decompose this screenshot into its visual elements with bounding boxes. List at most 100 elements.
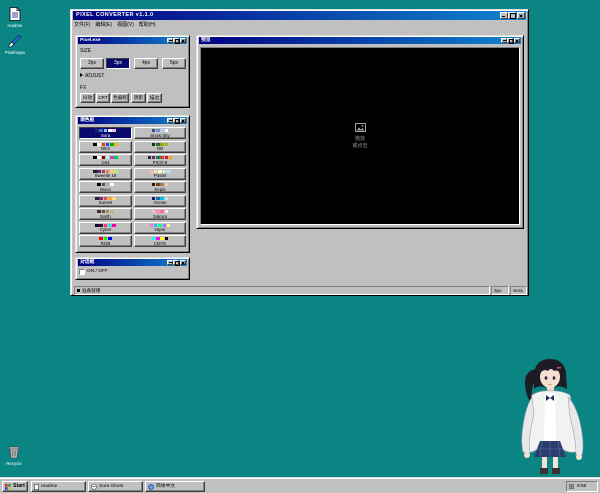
taskbar: Start readme Sora Ghost 简体中文 9:58 <box>0 478 600 493</box>
palette-option-pico-8[interactable]: PICO-8 <box>134 154 186 166</box>
on-off-checkbox[interactable] <box>79 269 85 275</box>
palette-option-cyber[interactable]: Cyber <box>79 221 132 234</box>
palette-option-sepia[interactable]: Sepia <box>134 181 186 193</box>
palette-option-label: Pastel <box>153 173 167 178</box>
text-file-icon <box>34 483 39 490</box>
fx-shadow-button[interactable]: 阴影 <box>131 93 146 103</box>
palette-option-label: Sunset <box>98 200 113 205</box>
maximize-button[interactable] <box>508 12 516 19</box>
palette-option-gb[interactable]: GB <box>134 140 186 153</box>
palette-option-nes[interactable]: NES <box>79 140 132 153</box>
fx-dither-button[interactable]: 抖动 <box>80 93 95 103</box>
desktop-icon-label: Pixelmaps <box>4 50 26 55</box>
size-4px-button[interactable]: 4px <box>134 58 158 69</box>
close-button[interactable] <box>180 260 186 265</box>
palette-option-sora[interactable]: Sora <box>79 127 132 139</box>
task-sora-ghost[interactable]: Sora Ghost <box>88 481 143 492</box>
palette-option-label: Sakura <box>153 213 167 219</box>
adjust-toggle[interactable]: ADJUST <box>80 73 104 79</box>
desktop-icon-recycle-bin[interactable]: Recycle <box>1 445 27 466</box>
palette-option-ocean[interactable]: Ocean <box>134 194 186 207</box>
panel-controls <box>501 38 520 44</box>
placeholder-line-1: 拖放 <box>354 135 365 142</box>
task-label: Sora Ghost <box>99 484 124 489</box>
maximize-button[interactable] <box>173 260 180 266</box>
palette-option-label: Mono <box>100 186 111 192</box>
status-message-text: 准备就绪 <box>82 288 101 293</box>
palette-option-cmyk[interactable]: CMYK <box>134 235 186 247</box>
palette-option-label: RGB <box>100 240 111 246</box>
palette-option-label: Vapor <box>154 227 166 232</box>
palette-option-label: C64 <box>101 159 110 165</box>
size-2px-button[interactable]: 2px <box>80 58 104 69</box>
status-icon <box>77 289 80 292</box>
size-3px-button[interactable]: 3px <box>106 58 130 69</box>
start-button[interactable]: Start <box>2 481 28 492</box>
palette-option-label: Sepia <box>154 186 166 192</box>
preview-canvas[interactable]: 拖放 或点击 <box>200 47 520 225</box>
maximize-button[interactable] <box>507 38 514 44</box>
clock[interactable]: 9:58 <box>577 482 586 491</box>
palette-option-sunset[interactable]: Sunset <box>79 194 132 207</box>
palette-option-c64[interactable]: C64 <box>79 154 132 166</box>
desktop-icon-pixelmaps[interactable]: Pixelmaps <box>2 34 28 55</box>
palette-option-label: NES <box>100 146 111 151</box>
palette-option-label: Sweetie 16 <box>94 173 117 178</box>
palette-option-vapor[interactable]: Vapor <box>134 221 186 234</box>
palette-option-sweetie-16[interactable]: Sweetie 16 <box>79 167 132 180</box>
on-off-label: ON / OFF <box>87 269 108 274</box>
panel-title-bar[interactable]: 对话框 <box>78 259 187 266</box>
dialog-panel: 对话框 ON / OFF <box>75 257 190 280</box>
fx-outline-button[interactable]: 描边 <box>147 93 162 103</box>
minimize-button[interactable] <box>500 12 508 19</box>
globe-icon <box>148 483 154 490</box>
fx-crt-button[interactable]: CRT <box>96 93 110 103</box>
pixel-converter-window: PIXEL CONVERTER v1.1.0 文件(F) 编辑(E) 视图(V)… <box>70 9 529 296</box>
window-title: PIXEL CONVERTER v1.1.0 <box>76 12 154 18</box>
system-tray: 9:58 <box>566 481 598 492</box>
menu-view[interactable]: 视图(V) <box>117 21 134 29</box>
windows-logo-icon <box>5 483 11 490</box>
menu-help[interactable]: 帮助(H) <box>139 21 156 29</box>
palette-option-earth[interactable]: Earth <box>79 208 132 220</box>
menu-bar: 文件(F) 编辑(E) 视图(V) 帮助(H) <box>74 21 161 29</box>
window-title-bar[interactable]: PIXEL CONVERTER v1.1.0 <box>73 11 526 20</box>
placeholder-line-2: 或点击 <box>352 142 368 149</box>
palette-option-sakura[interactable]: Sakura <box>134 208 186 220</box>
palette-option-pastel[interactable]: Pastel <box>134 167 186 180</box>
menu-edit[interactable]: 编辑(E) <box>95 21 112 29</box>
pixel-settings-panel: Pixel.exe SIZE 2px 3px 4px 5px ADJUST FX… <box>75 35 190 108</box>
panel-title-bar[interactable]: 预览 <box>199 37 521 44</box>
desktop-icon-readme[interactable]: readme <box>2 7 28 28</box>
palette-option-label: GB <box>156 146 164 151</box>
task-readme[interactable]: readme <box>31 481 86 492</box>
speaker-icon[interactable] <box>569 484 574 489</box>
palette-option-mono[interactable]: Mono <box>79 181 132 193</box>
menu-file[interactable]: 文件(F) <box>74 21 90 29</box>
task-language[interactable]: 简体中文 <box>145 481 205 492</box>
size-label: SIZE <box>80 48 92 54</box>
recycle-bin-icon <box>8 446 20 459</box>
size-5px-button[interactable]: 5px <box>162 58 186 69</box>
panel-title: Pixel.exe <box>80 38 101 43</box>
brush-icon <box>8 34 22 48</box>
close-button[interactable] <box>180 38 186 43</box>
close-button[interactable] <box>514 38 520 43</box>
desktop-icon-label: Recycle <box>6 461 22 466</box>
maximize-button[interactable] <box>173 38 180 44</box>
panel-title-bar[interactable]: Pixel.exe <box>78 37 187 44</box>
palette-option-snow-sky[interactable]: Snow Sky <box>134 127 186 139</box>
palette-grid: Sora Snow Sky NES GB C64 PICO-8 Sweetie 16 Past… <box>76 116 189 252</box>
palette-option-label: Snow Sky <box>150 132 170 138</box>
task-label: readme <box>41 484 58 489</box>
desktop-icon-label: readme <box>7 23 23 28</box>
palette-option-label: CMYK <box>153 240 167 246</box>
close-button[interactable] <box>517 12 525 19</box>
panel-controls <box>167 38 186 44</box>
task-label: 简体中文 <box>156 484 176 489</box>
panel-title: 预览 <box>201 38 211 43</box>
fx-chromatic-button[interactable]: 色偏移 <box>111 93 129 103</box>
status-bar: 准备就绪 3px Sora <box>71 286 528 295</box>
palette-option-label: Ocean <box>153 200 167 205</box>
palette-option-rgb[interactable]: RGB <box>79 235 132 247</box>
